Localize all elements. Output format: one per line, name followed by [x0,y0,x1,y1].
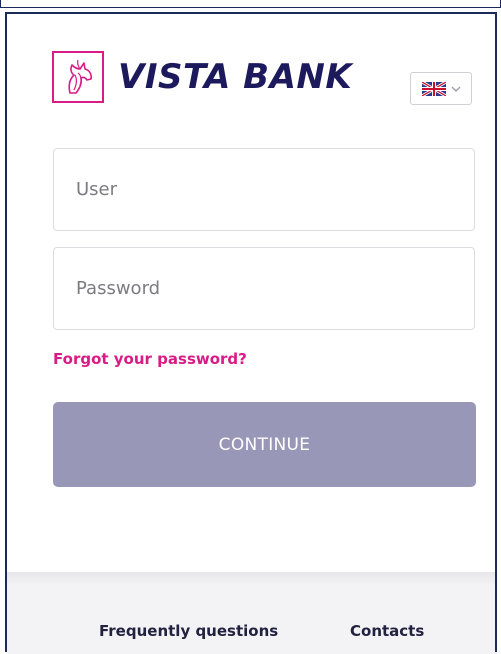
horse-head-icon [68,59,92,94]
user-input[interactable] [54,149,474,230]
footer: Frequently questions Contacts [7,572,495,654]
footer-shadow [7,572,495,586]
chevron-down-icon [451,86,460,92]
contacts-link[interactable]: Contacts [350,622,424,640]
top-frame [0,0,501,8]
logo-mark [52,51,104,103]
faq-link[interactable]: Frequently questions [99,622,278,640]
login-card: VISTA BANK Forgot your password? CONTINU… [5,12,497,654]
brand-name: VISTA BANK [118,57,353,97]
forgot-password-link[interactable]: Forgot your password? [53,350,247,368]
user-field[interactable] [53,148,475,231]
password-field[interactable] [53,247,475,330]
uk-flag-icon [421,81,446,96]
password-input[interactable] [54,248,474,329]
language-selector[interactable] [410,72,472,105]
continue-button[interactable]: CONTINUE [53,402,476,487]
